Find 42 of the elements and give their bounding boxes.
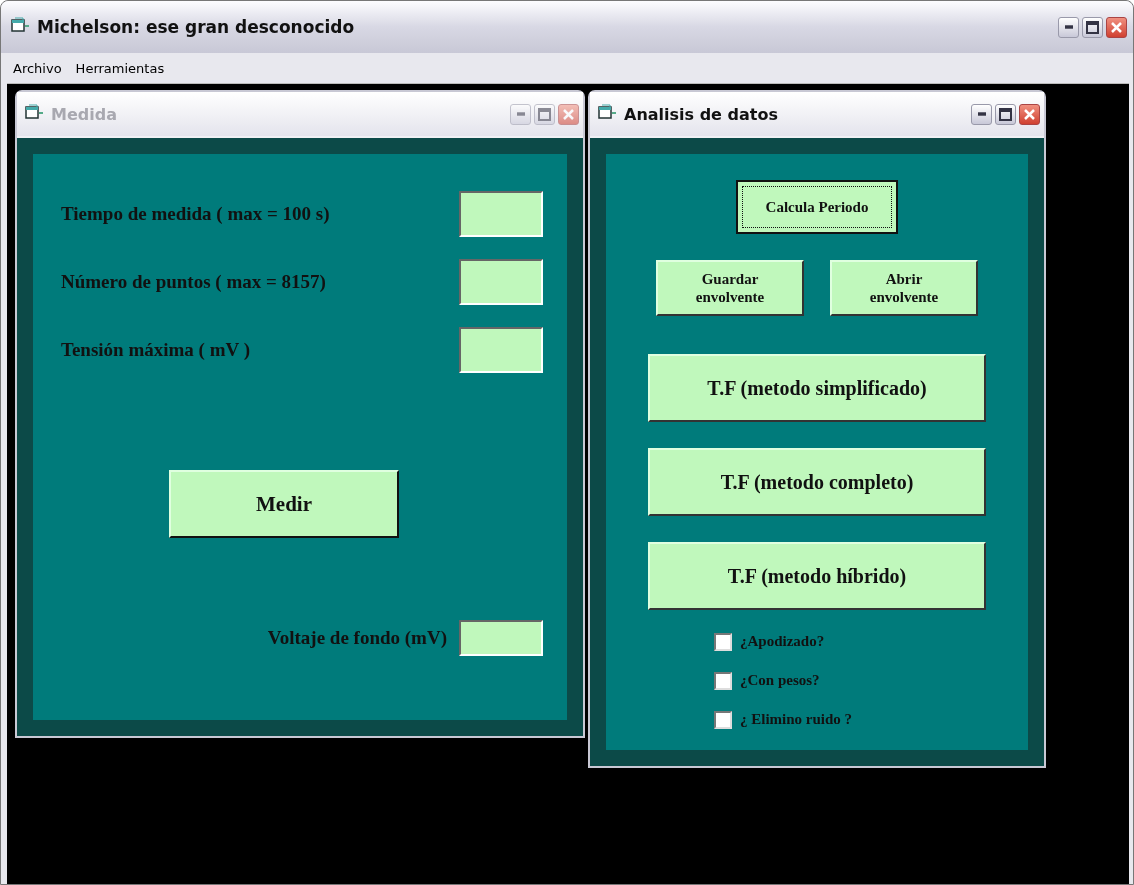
close-icon — [1023, 107, 1036, 121]
menu-item[interactable]: Herramientas — [75, 60, 165, 76]
minimize-button[interactable] — [1058, 16, 1079, 38]
menu-item[interactable]: Archivo — [13, 60, 62, 76]
transform-button[interactable]: T.F (metodo híbrido) — [648, 542, 986, 610]
maximize-icon — [538, 107, 551, 121]
checkbox[interactable] — [714, 710, 732, 729]
input-field[interactable] — [459, 620, 543, 656]
input-field[interactable] — [459, 259, 543, 305]
minimize-button[interactable] — [971, 103, 992, 125]
transform-button[interactable]: T.F (metodo completo) — [648, 448, 986, 516]
checkbox-label: ¿Con pesos? — [740, 672, 820, 689]
envelope-button[interactable]: Guardar envolvente — [656, 260, 804, 316]
maximize-button[interactable] — [995, 103, 1016, 125]
window-title: Medida — [51, 104, 118, 124]
field-label: Tiempo de medida ( max = 100 s) — [61, 203, 330, 225]
input-field[interactable] — [459, 327, 543, 373]
close-button[interactable] — [1106, 16, 1127, 38]
checkbox[interactable] — [714, 671, 732, 690]
maximize-button[interactable] — [1082, 16, 1103, 38]
checkbox[interactable] — [714, 632, 732, 651]
input-field[interactable] — [459, 191, 543, 237]
minimize-icon — [1064, 25, 1073, 29]
calculate-period-button[interactable]: Calcula Periodo — [736, 180, 898, 234]
measure-button[interactable]: Medir — [169, 470, 399, 538]
minimize-icon — [977, 112, 986, 116]
minimize-icon — [516, 112, 525, 116]
close-icon — [562, 107, 575, 121]
window-title: Analisis de datos — [624, 104, 779, 124]
field-label: Tensión máxima ( mV ) — [61, 339, 250, 361]
field-label: Voltaje de fondo (mV) — [267, 627, 447, 649]
field-label: Número de puntos ( max = 8157) — [61, 271, 326, 293]
transform-button[interactable]: T.F (metodo simplificado) — [648, 354, 986, 422]
close-button[interactable] — [1019, 103, 1040, 125]
maximize-icon — [1086, 20, 1099, 34]
close-icon — [1110, 20, 1123, 34]
close-button[interactable] — [558, 103, 579, 125]
checkbox-label: ¿Apodizado? — [740, 633, 825, 650]
window-title: Michelson: ese gran desconocido — [37, 17, 356, 37]
maximize-icon — [999, 107, 1012, 121]
checkbox-label: ¿ Elimino ruido ? — [740, 711, 853, 728]
envelope-button[interactable]: Abrir envolvente — [830, 260, 978, 316]
